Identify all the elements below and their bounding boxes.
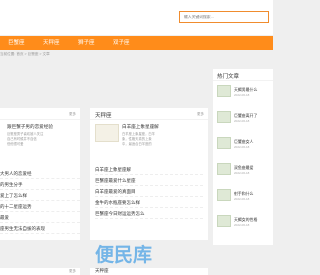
- article-list: 白羊座上象星座解 巨蟹座最爱什么星座 白羊座最爱的真面目 金牛的水瓶座要怎么样 …: [95, 164, 203, 219]
- hot-title: 热门文章: [217, 74, 240, 80]
- featured-title[interactable]: 白羊座上象星座解: [122, 124, 159, 130]
- panel-header: 更多: [0, 108, 80, 120]
- mid-article-panel: 天秤座 更多 白羊座上象星座解 白羊座上象星座，白羊 象，性格天真的上象 中，最…: [90, 108, 208, 240]
- left-article-panel: 更多 跟巨蟹子男的恋爱经验 巨蟹座男子喜欢被人关注 自己有时候并不自信 但他很可…: [0, 108, 80, 240]
- nav-item-gemini[interactable]: 双子座: [113, 36, 130, 50]
- featured-title[interactable]: 跟巨蟹子男的恋爱经验: [7, 124, 53, 130]
- hot-item[interactable]: 天蝎男最什么 2022-06-18: [217, 85, 273, 103]
- search-input[interactable]: [179, 11, 269, 23]
- hot-item[interactable]: 巨蟹座离开了 2022-06-18: [217, 111, 273, 129]
- hot-item-date: 2022-06-18: [234, 223, 250, 227]
- main-nav: 巨蟹座 天秤座 狮子座 双子座: [0, 36, 273, 50]
- nav-item-leo[interactable]: 狮子座: [78, 36, 95, 50]
- hot-thumbnail[interactable]: [217, 85, 231, 97]
- list-item[interactable]: 巨蟹座最爱什么星座: [95, 175, 203, 186]
- list-item[interactable]: 大男人的恋爱经: [0, 168, 80, 179]
- panel-header: 天秤座 更多: [90, 108, 208, 120]
- featured-article[interactable]: 跟巨蟹子男的恋爱经验 巨蟹座男子喜欢被人关注 自己有时候并不自信 但他很可爱: [4, 124, 53, 147]
- list-item[interactable]: 巨蟹座今日财运运势怎么: [95, 208, 203, 219]
- hot-articles-panel: 热门文章 天蝎男最什么 2022-06-18 巨蟹座离开了 2022-06-18…: [213, 69, 273, 245]
- featured-text: 白羊座上象星座解 白羊座上象星座，白羊 象，性格天真的上象 中，最适合白羊座的: [122, 124, 159, 147]
- list-item[interactable]: 白羊座上象星座解: [95, 164, 203, 175]
- more-link[interactable]: 更多: [197, 112, 204, 117]
- list-item[interactable]: 的男生分手: [0, 179, 80, 190]
- panel-title: 天秤座: [95, 268, 109, 273]
- list-item[interactable]: 爱上了怎么样: [0, 190, 80, 201]
- breadcrumb: 当前位置: 首页 > 巨蟹座 > 文章: [0, 52, 50, 56]
- hot-item[interactable]: 射手和什么 2022-06-18: [217, 189, 273, 207]
- featured-thumbnail[interactable]: [95, 124, 119, 142]
- hot-thumbnail[interactable]: [217, 163, 231, 175]
- hot-thumbnail[interactable]: [217, 215, 231, 227]
- nav-item-libra[interactable]: 天秤座: [43, 36, 60, 50]
- bottom-mid-panel: 天秤座: [90, 268, 208, 275]
- list-item[interactable]: 座男生无法自拔的表现: [0, 223, 80, 234]
- more-link[interactable]: 更多: [69, 269, 76, 274]
- hot-thumbnail[interactable]: [217, 137, 231, 149]
- featured-summary: 白羊座上象星座，白羊 象，性格天真的上象 中，最适合白羊座的: [122, 132, 155, 146]
- hot-item-date: 2022-06-18: [234, 93, 250, 97]
- hot-thumbnail[interactable]: [217, 111, 231, 123]
- featured-article[interactable]: 白羊座上象星座解 白羊座上象星座，白羊 象，性格天真的上象 中，最适合白羊座的: [95, 124, 159, 147]
- hot-header: 热门文章: [213, 69, 273, 81]
- list-item[interactable]: 白羊座最爱的真面目: [95, 186, 203, 197]
- panel-title: 天秤座: [95, 113, 112, 119]
- article-list: 大男人的恋爱经 的男生分手 爱上了怎么样 的十二星座运势 最爱 座男生无法自拔的…: [0, 168, 80, 234]
- hot-item-date: 2022-06-18: [234, 171, 250, 175]
- hot-thumbnail[interactable]: [217, 189, 231, 201]
- featured-summary: 巨蟹座男子喜欢被人关注 自己有时候并不自信 但他很可爱: [7, 132, 44, 146]
- more-link[interactable]: 更多: [69, 112, 76, 117]
- hot-item-date: 2022-06-18: [234, 197, 250, 201]
- featured-text: 跟巨蟹子男的恋爱经验 巨蟹座男子喜欢被人关注 自己有时候并不自信 但他很可爱: [7, 124, 53, 147]
- nav-item-cancer[interactable]: 巨蟹座: [8, 36, 25, 50]
- list-item[interactable]: 的十二星座运势: [0, 201, 80, 212]
- hot-item[interactable]: 巨蟹座女人 2022-06-18: [217, 137, 273, 155]
- hot-item[interactable]: 双鱼座最爱 2022-06-18: [217, 163, 273, 181]
- hot-item-date: 2022-06-18: [234, 119, 250, 123]
- hot-item[interactable]: 天蝎女的性格 2022-06-18: [217, 215, 273, 233]
- list-item[interactable]: 金牛的水瓶座要怎么样: [95, 197, 203, 208]
- watermark-logo: 便民库: [95, 244, 153, 266]
- hot-item-date: 2022-06-18: [234, 145, 250, 149]
- list-item[interactable]: 最爱: [0, 212, 80, 223]
- bottom-left-panel: 更多: [0, 268, 80, 275]
